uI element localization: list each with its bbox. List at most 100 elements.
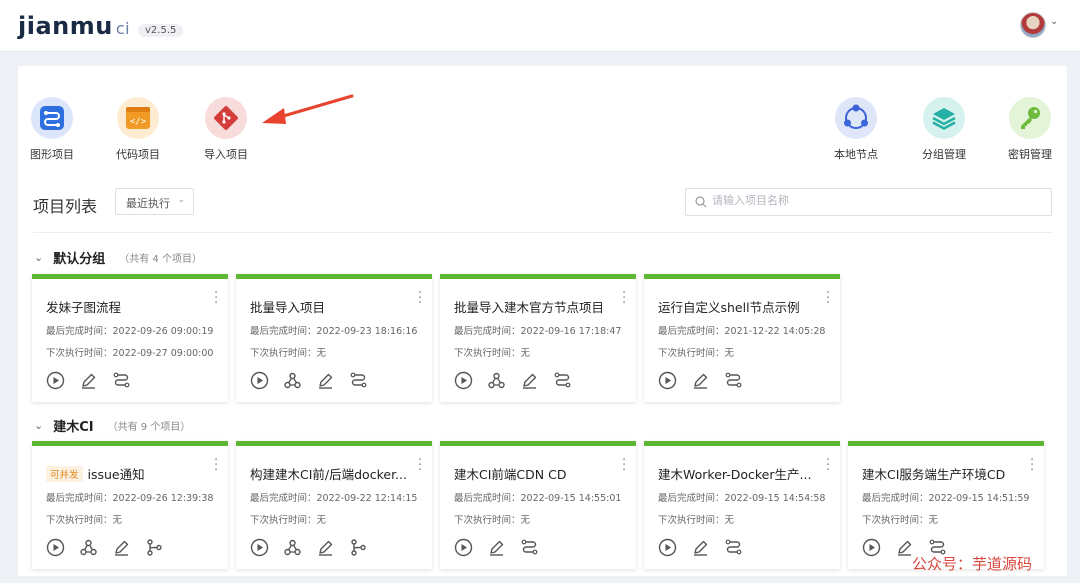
project-name[interactable]: 可并发 issue通知 [46, 464, 206, 483]
play-icon[interactable] [46, 371, 65, 390]
code-project-button[interactable]: </> 代码项目 [108, 97, 168, 162]
search-icon [695, 196, 707, 208]
play-icon[interactable] [658, 538, 677, 557]
play-icon[interactable] [454, 371, 473, 390]
import-project-label: 导入项目 [204, 148, 248, 161]
flow-icon[interactable] [724, 371, 743, 390]
webhook-icon[interactable] [283, 371, 302, 390]
code-project-icon: </> [117, 97, 159, 139]
more-vertical-icon[interactable]: · · · [622, 287, 626, 310]
flow-icon[interactable] [349, 371, 368, 390]
project-card[interactable]: 运行自定义shell节点示例 · · · 最后完成时间：2021-12-22 14:… [644, 274, 840, 402]
next-run-line: 下次执行时间：无 [250, 515, 327, 526]
local-node-label: 本地节点 [834, 148, 878, 161]
group-name: 建木CI [53, 420, 94, 435]
project-name[interactable]: 建木CI前端CDN CD [454, 464, 614, 483]
play-icon[interactable] [46, 538, 65, 557]
flow-icon[interactable] [112, 371, 131, 390]
more-vertical-icon[interactable]: · · · [622, 454, 626, 477]
main-panel: 图形项目 </> 代码项目 导入项目 本地节点 分组管理 密钥管理 项目列表 最… [18, 66, 1067, 576]
project-name[interactable]: 发妹子图流程 [46, 297, 206, 316]
project-card[interactable]: 建木CI前端CDN CD · · · 最后完成时间：2022-09-15 14:55… [440, 441, 636, 569]
graph-project-label: 图形项目 [30, 148, 74, 161]
next-run-line: 下次执行时间：无 [454, 515, 531, 526]
flow-icon[interactable] [553, 371, 572, 390]
project-card[interactable]: 批量导入项目 · · · 最后完成时间：2022-09-23 18:16:16 下次… [236, 274, 432, 402]
project-name[interactable]: 运行自定义shell节点示例 [658, 297, 818, 316]
edit-icon[interactable] [520, 371, 539, 390]
project-card[interactable]: 建木CI服务端生产环境CD · · · 最后完成时间：2022-09-15 14:5… [848, 441, 1044, 569]
play-icon[interactable] [250, 538, 269, 557]
group-name: 默认分组 [53, 252, 106, 267]
next-run-line: 下次执行时间：无 [658, 348, 735, 359]
group-header-jianmu-ci[interactable]: ⌄ 建木CI （共有 9 个项目） [34, 416, 190, 435]
edit-icon[interactable] [316, 371, 335, 390]
play-icon[interactable] [862, 538, 881, 557]
more-vertical-icon[interactable]: · · · [418, 287, 422, 310]
edit-icon[interactable] [487, 538, 506, 557]
project-search[interactable] [685, 188, 1052, 216]
group-header-default[interactable]: ⌄ 默认分组 （共有 4 个项目） [34, 248, 202, 267]
project-name[interactable]: 批量导入建木官方节点项目 [454, 297, 614, 316]
edit-icon[interactable] [112, 538, 131, 557]
next-run-line: 下次执行时间：无 [250, 348, 327, 359]
card-actions [658, 538, 743, 557]
more-vertical-icon[interactable]: · · · [214, 454, 218, 477]
project-name[interactable]: 建木Worker-Docker生产... [658, 464, 818, 483]
card-actions [250, 538, 368, 557]
webhook-icon[interactable] [283, 538, 302, 557]
app-logo[interactable]: jianmu ci [18, 12, 130, 40]
more-vertical-icon[interactable]: · · · [214, 287, 218, 310]
chevron-down-icon[interactable]: ⌄ [34, 419, 43, 432]
project-card[interactable]: 建木Worker-Docker生产... · · · 最后完成时间：2022-09-… [644, 441, 840, 569]
play-icon[interactable] [250, 371, 269, 390]
import-project-button[interactable]: 导入项目 [196, 97, 256, 162]
last-done-line: 最后完成时间：2022-09-26 12:39:38 [46, 493, 214, 504]
flow-icon[interactable] [724, 538, 743, 557]
search-input[interactable] [712, 194, 1032, 207]
more-vertical-icon[interactable]: · · · [418, 454, 422, 477]
concurrent-tag: 可并发 [46, 466, 83, 482]
project-name[interactable]: 构建建木CI前/后端docker... [250, 464, 410, 483]
key-manage-label: 密钥管理 [1008, 148, 1052, 161]
group-manage-label: 分组管理 [922, 148, 966, 161]
edit-icon[interactable] [691, 538, 710, 557]
key-manage-button[interactable]: 密钥管理 [1000, 97, 1060, 162]
project-name[interactable]: 建木CI服务端生产环境CD [862, 464, 1022, 483]
group-count: （共有 9 个项目） [107, 422, 191, 433]
edit-icon[interactable] [79, 371, 98, 390]
key-icon [1009, 97, 1051, 139]
chevron-down-icon[interactable]: ⌄ [1050, 16, 1058, 27]
project-card[interactable]: 批量导入建木官方节点项目 · · · 最后完成时间：2022-09-16 17:18… [440, 274, 636, 402]
edit-icon[interactable] [691, 371, 710, 390]
more-vertical-icon[interactable]: · · · [826, 287, 830, 310]
sort-select[interactable]: 最近执行 ⌄ [115, 188, 194, 215]
project-card[interactable]: 发妹子图流程 · · · 最后完成时间：2022-09-26 09:00:19 下次… [32, 274, 228, 402]
more-vertical-icon[interactable]: · · · [1030, 454, 1034, 477]
local-node-button[interactable]: 本地节点 [826, 97, 886, 162]
play-icon[interactable] [658, 371, 677, 390]
webhook-icon[interactable] [79, 538, 98, 557]
play-icon[interactable] [454, 538, 473, 557]
project-card[interactable]: 构建建木CI前/后端docker... · · · 最后完成时间：2022-09-2… [236, 441, 432, 569]
project-card[interactable]: 可并发 issue通知 · · · 最后完成时间：2022-09-26 12:39:3… [32, 441, 228, 569]
user-avatar[interactable] [1020, 12, 1046, 38]
project-name[interactable]: 批量导入项目 [250, 297, 410, 316]
flow-icon[interactable] [520, 538, 539, 557]
red-arrow-icon [262, 94, 354, 124]
version-badge: v2.5.5 [138, 24, 184, 37]
edit-icon[interactable] [316, 538, 335, 557]
svg-text:</>: </> [130, 117, 147, 127]
webhook-icon[interactable] [487, 371, 506, 390]
more-vertical-icon[interactable]: · · · [826, 454, 830, 477]
local-node-icon [835, 97, 877, 139]
git-branch-icon[interactable] [349, 538, 368, 557]
graph-project-button[interactable]: 图形项目 [22, 97, 82, 162]
git-branch-icon[interactable] [145, 538, 164, 557]
chevron-down-icon[interactable]: ⌄ [34, 251, 43, 264]
logo-suffix: ci [115, 19, 131, 38]
last-done-line: 最后完成时间：2021-12-22 14:05:28 [658, 326, 826, 337]
next-run-line: 下次执行时间：无 [862, 515, 939, 526]
group-manage-button[interactable]: 分组管理 [914, 97, 974, 162]
next-run-line: 下次执行时间：2022-09-27 09:00:00 [46, 348, 214, 359]
